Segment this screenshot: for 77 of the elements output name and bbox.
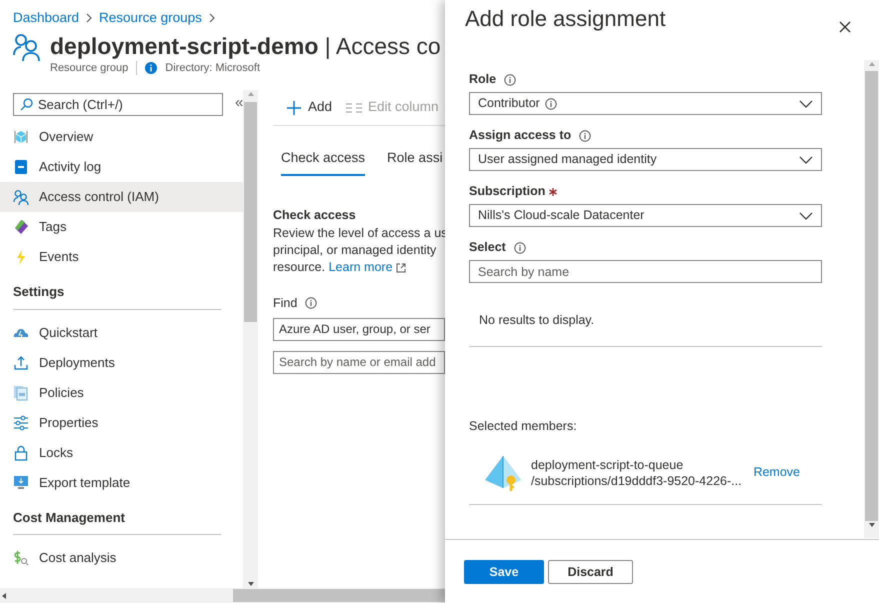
breadcrumb-link[interactable]: Resource groups <box>99 8 202 28</box>
upload-icon <box>13 354 29 370</box>
sidebar-item[interactable]: Cost analysis <box>0 543 243 573</box>
info-icon <box>145 62 158 74</box>
learn-more-link[interactable]: Learn more <box>328 260 406 274</box>
chevron-right-icon <box>85 13 94 23</box>
arrow-up-icon <box>868 60 876 68</box>
cube-icon <box>13 129 29 145</box>
people-icon <box>12 32 42 62</box>
close-icon <box>839 20 851 33</box>
people-icon <box>13 189 29 205</box>
sidebar-item[interactable]: Activity log <box>0 152 243 182</box>
sidebar-item[interactable]: Access control (IAM) <box>0 182 243 212</box>
sidebar-item[interactable]: Properties <box>0 408 243 438</box>
sidebar-item[interactable]: Locks <box>0 438 243 468</box>
tab[interactable]: Role assi <box>387 148 443 176</box>
plus-icon <box>286 100 302 116</box>
sidebar-item[interactable]: Tags <box>0 212 243 242</box>
search-field[interactable]: Search (Ctrl+/) <box>13 93 223 116</box>
member-path: /subscriptions/d19dddf3-9520-4226-... <box>531 472 742 489</box>
chevron-right-icon <box>208 13 216 23</box>
monitor-icon <box>13 474 29 490</box>
tag-icon <box>13 219 29 235</box>
search-icon <box>20 98 33 111</box>
sidebar-item[interactable]: Quickstart <box>0 318 243 348</box>
chevron-down-icon <box>799 212 813 220</box>
dropdown-field[interactable]: Contributor <box>469 92 822 115</box>
save-button[interactable]: Save <box>464 560 544 584</box>
directory-label: Directory: Microsoft <box>165 61 260 76</box>
discard-button[interactable]: Discard <box>548 560 633 584</box>
sidebar-item[interactable]: Events <box>0 242 243 272</box>
resource-type: Resource group <box>50 61 128 76</box>
section-label: Selected members: <box>469 418 578 435</box>
external-link-icon <box>396 262 406 273</box>
dropdown-field[interactable]: Nills's Cloud-scale Datacenter <box>469 204 822 227</box>
sidebar-item[interactable]: Policies <box>0 378 243 408</box>
empty-message: No results to display. <box>469 283 822 347</box>
dollar-icon <box>13 550 29 566</box>
dropdown-field[interactable]: User assigned managed identity <box>469 148 822 171</box>
sidebar-item[interactable]: Deployments <box>0 348 243 378</box>
arrow-down-icon <box>246 580 254 588</box>
field-label: Assign access to <box>469 127 572 144</box>
arrow-up-icon <box>246 90 254 98</box>
collapse-button[interactable]: « <box>235 92 244 114</box>
search-field[interactable]: Search by name <box>469 260 822 283</box>
scrollbar[interactable] <box>0 588 445 603</box>
field-label: Find <box>273 295 298 312</box>
toolbar-button[interactable]: Add <box>286 97 332 118</box>
field-label: Subscription <box>469 183 546 200</box>
sidebar-item[interactable]: Export template <box>0 468 243 498</box>
dropdown-field[interactable]: Azure AD user, group, or ser <box>273 318 445 341</box>
section-heading: Cost Management <box>12 508 126 527</box>
search-field[interactable]: Search by name or email add <box>273 350 445 374</box>
remove-link[interactable]: Remove <box>753 463 800 482</box>
identity-key-icon <box>483 454 523 492</box>
field-label: Role <box>469 71 496 88</box>
field-label: Select <box>469 239 506 256</box>
breadcrumb-link[interactable]: Dashboard <box>13 8 80 28</box>
scrollbar[interactable] <box>243 90 258 588</box>
section-heading: Check access <box>273 207 357 224</box>
lock-icon <box>13 444 29 460</box>
panel-title: Add role assignment <box>465 6 666 32</box>
log-icon <box>13 159 29 175</box>
chevron-down-icon <box>799 100 813 108</box>
sidebar-item[interactable]: Overview <box>0 122 243 152</box>
arrow-down-icon <box>868 521 876 529</box>
scrollbar[interactable] <box>864 60 879 538</box>
member-name: deployment-script-to-queue <box>531 456 684 473</box>
chevron-down-icon <box>799 156 813 164</box>
documents-icon <box>13 384 29 400</box>
sliders-icon <box>13 414 29 430</box>
columns-icon <box>346 102 362 114</box>
page-title: deployment-script-demo | Access co <box>50 32 441 60</box>
tab[interactable]: Check access <box>281 148 366 176</box>
info-icon <box>305 297 318 310</box>
arrow-left-icon <box>0 592 8 600</box>
section-heading: Settings <box>12 283 66 301</box>
